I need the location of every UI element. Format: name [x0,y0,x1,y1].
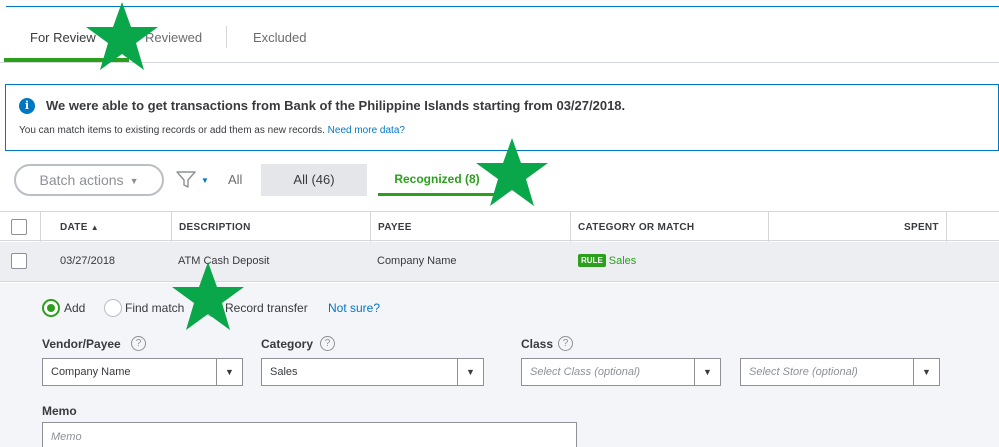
info-icon: i [19,98,35,114]
banner-subtitle-text: You can match items to existing records … [19,125,325,136]
column-divider [370,212,371,242]
store-select[interactable]: Select Store (optional) ▼ [740,358,940,386]
vendor-value: Company Name [51,366,131,378]
star-icon [172,262,244,330]
class-placeholder: Select Class (optional) [530,366,641,378]
store-placeholder: Select Store (optional) [749,366,858,378]
tab-excluded[interactable]: Excluded [253,30,306,45]
not-sure-link[interactable]: Not sure? [328,301,380,315]
chevron-down-icon[interactable]: ▼ [913,359,939,385]
category-select[interactable]: Sales ▼ [261,358,484,386]
header-category[interactable]: CATEGORY OR MATCH [578,222,694,233]
header-date[interactable]: DATE ▲ [60,222,99,233]
rule-badge: RULE [578,254,606,267]
header-spent[interactable]: SPENT [904,222,939,233]
help-icon[interactable]: ? [558,336,573,351]
bank-transactions-page: For Review Reviewed Excluded i We were a… [0,0,999,447]
row-category: RULE Sales [578,254,636,267]
select-all-checkbox[interactable] [11,219,27,235]
table-row[interactable]: 03/27/2018 ATM Cash Deposit Company Name… [0,242,999,282]
batch-actions-button[interactable]: Batch actions ▼ [14,164,164,196]
chevron-down-icon[interactable]: ▼ [457,359,483,385]
memo-placeholder: Memo [51,431,82,443]
segment-all[interactable]: All (46) [261,164,367,196]
category-label: Category [261,337,314,351]
need-more-data-link[interactable]: Need more data? [328,125,405,136]
class-select[interactable]: Select Class (optional) ▼ [521,358,721,386]
star-icon [86,2,158,70]
header-date-label: DATE [60,222,88,233]
add-radio[interactable] [42,299,60,317]
column-divider [768,212,769,242]
chevron-down-icon[interactable]: ▼ [216,359,242,385]
help-icon[interactable]: ? [131,336,146,351]
column-divider [946,212,947,242]
header-description[interactable]: DESCRIPTION [179,222,251,233]
memo-input[interactable]: Memo [42,422,577,447]
column-divider [171,212,172,242]
row-match[interactable]: Sales [609,255,637,267]
class-label: Class [521,337,554,351]
batch-actions-label: Batch actions [39,172,124,188]
help-icon[interactable]: ? [320,336,335,351]
chevron-down-icon: ▼ [129,176,139,187]
row-checkbox[interactable] [11,253,27,269]
row-payee: Company Name [377,255,457,267]
add-label[interactable]: Add [64,301,85,315]
banner-subtitle: You can match items to existing records … [19,125,405,136]
memo-label: Memo [42,404,77,418]
star-icon [476,138,548,206]
tab-divider [226,26,227,48]
column-divider [40,212,41,242]
header-payee[interactable]: PAYEE [378,222,412,233]
vendor-label: Vendor/Payee [42,337,121,351]
vendor-select[interactable]: Company Name ▼ [42,358,243,386]
table-header: DATE ▲ DESCRIPTION PAYEE CATEGORY OR MAT… [0,211,999,242]
chevron-down-icon[interactable]: ▼ [694,359,720,385]
filter-icon[interactable] [175,170,197,190]
row-date: 03/27/2018 [60,255,116,267]
transaction-detail-panel: Add Find match Record transfer Not sure?… [0,283,999,447]
category-value: Sales [270,366,298,378]
sort-up-icon: ▲ [90,223,99,232]
filter-chevron-down-icon[interactable]: ▼ [201,176,209,185]
filter-all-label: All [228,172,243,187]
banner-title: We were able to get transactions from Ba… [46,98,626,113]
find-match-radio[interactable] [104,299,122,317]
column-divider [570,212,571,242]
